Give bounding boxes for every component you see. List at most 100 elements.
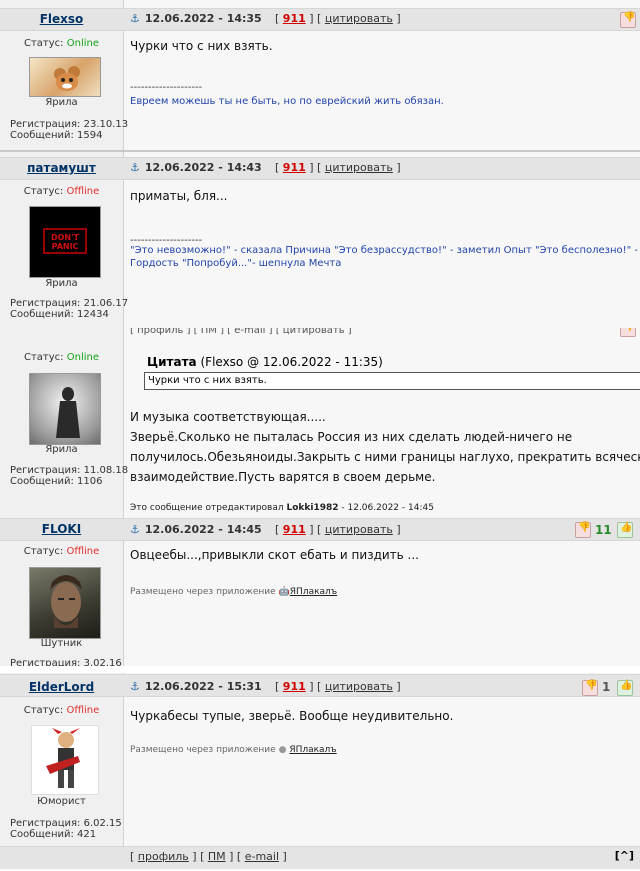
posted-via-label: Размещено через приложение [130, 745, 276, 755]
status-label: Статус: [24, 352, 64, 363]
dont-panic-avatar: DON'T PANIC [43, 228, 87, 254]
thumbs-up-icon[interactable]: 👍 [617, 680, 633, 696]
post-date-text: 12.06.2022 - 14:35 [144, 12, 262, 25]
email-link[interactable]: e-mail [245, 850, 279, 863]
avatar [29, 373, 101, 445]
post-links: [ 911 ] [ цитировать ] [275, 523, 401, 536]
author-nick[interactable]: патамушт [0, 161, 123, 175]
avatar [29, 567, 101, 639]
quote-meta: (Flexso @ 12.06.2022 - 11:35) [200, 355, 383, 369]
svg-text:DON'T: DON'T [51, 233, 80, 242]
status-value: Online [66, 38, 99, 49]
post-body-panel [124, 673, 640, 846]
user-rank: Юморист [37, 796, 86, 807]
edit-note: Это сообщение отредактировал Lokki1982 -… [130, 503, 434, 513]
registration-date: Регистрация: 23.10.13 [10, 119, 129, 130]
post-date: ⚓ 12.06.2022 - 14:43 [130, 161, 262, 174]
app-link[interactable]: ЯПлакалъ [289, 745, 336, 755]
guitarist-cartoon-avatar [46, 728, 80, 788]
post-flexso: Flexso ⚓ 12.06.2022 - 14:35 [ 911 ] [ цит… [0, 0, 640, 150]
author-nick[interactable]: FLOKI [0, 522, 123, 536]
registration-date: Регистрация: 21.06.17 [10, 298, 129, 309]
anchor-icon[interactable]: ⚓ [130, 161, 140, 174]
post-text: И музыка соответствующая..... Зверьё.Ско… [130, 407, 640, 487]
status-value: Offline [66, 186, 100, 197]
thumbs-down-icon[interactable]: 👎 [582, 680, 598, 696]
posted-via: Размещено через приложение 🤖ЯПлакалъ [130, 587, 337, 597]
post-text: Чурки что с них взять. [130, 39, 273, 53]
warrior-portrait-avatar [50, 575, 82, 628]
status-value: Offline [66, 546, 100, 557]
registration-date: Регистрация: 3.02.16 [10, 658, 122, 666]
edit-note-prefix: Это сообщение отредактировал [130, 503, 284, 513]
signature-line: Гордость "Попробуй..."- шепнула Мечта [130, 258, 342, 269]
user-registration: Регистрация: 23.10.13 Сообщений: 1594 [10, 119, 128, 141]
signature-line: "Это невозможно!" - сказала Причина "Это… [130, 245, 640, 256]
user-status: Статус: Offline [0, 705, 123, 716]
user-rank: Ярила [45, 278, 78, 289]
svg-text:PANIC: PANIC [52, 242, 79, 251]
profile-link[interactable]: профиль [138, 850, 189, 863]
status-label: Статус: [23, 186, 64, 197]
user-status: Статус: Online [0, 352, 123, 363]
quote-header: Цитата (Flexso @ 12.06.2022 - 11:35) [147, 355, 383, 369]
post-text-line: Зверьё.Сколько не пыталась Россия из них… [130, 430, 573, 444]
user-registration: Регистрация: 11.08.18 Сообщений: 1106 [10, 465, 128, 487]
quote-link[interactable]: цитировать [325, 12, 393, 25]
signature: Евреем можешь ты не быть, но по еврейски… [130, 96, 444, 107]
author-nick[interactable]: ElderLord [0, 680, 123, 694]
pm-link[interactable]: ПМ [208, 850, 226, 863]
status-label: Статус: [23, 546, 64, 557]
anchor-icon[interactable]: ⚓ [130, 12, 140, 25]
quote-link[interactable]: цитировать [325, 523, 393, 536]
user-registration: Регистрация: 21.06.17 Сообщений: 12434 [10, 298, 128, 320]
posted-via-label: Размещено через приложение [130, 587, 276, 597]
author-nick[interactable]: Flexso [0, 12, 123, 26]
post-date: ⚓ 12.06.2022 - 15:31 [130, 680, 262, 693]
quote-label: Цитата [147, 355, 197, 369]
post-text: приматы, бля... [130, 189, 228, 203]
post-links-fragment: [ профиль ] [ ПМ ] [ e-mail ] [ цитирова… [130, 328, 352, 336]
app-link[interactable]: ЯПлакалъ [290, 587, 337, 597]
quote-link[interactable]: цитировать [325, 680, 393, 693]
post-footer: [ профиль ] [ ПМ ] [ e-mail ] [^] [0, 846, 640, 869]
user-status: Статус: Offline [0, 546, 123, 557]
post-number-link[interactable]: 911 [283, 680, 306, 693]
message-count: Сообщений: 421 [10, 829, 97, 840]
user-status: Статус: Online [0, 38, 123, 49]
post-number-link[interactable]: 911 [283, 161, 306, 174]
post-number-link[interactable]: 911 [283, 12, 306, 25]
post-number-link[interactable]: 911 [283, 523, 306, 536]
post-date: ⚓ 12.06.2022 - 14:35 [130, 12, 262, 25]
message-count: Сообщений: 1594 [10, 130, 103, 141]
cartoon-mouse-avatar [54, 66, 80, 91]
android-icon: 🤖 [278, 587, 290, 597]
scroll-top-button[interactable]: [^] [615, 849, 634, 862]
status-label: Статус: [24, 38, 64, 49]
registration-date: Регистрация: 6.02.15 [10, 818, 122, 829]
signature: "Это невозможно!" - сказала Причина "Это… [130, 244, 640, 270]
post-date: ⚓ 12.06.2022 - 14:45 [130, 523, 262, 536]
user-registration: Регистрация: 6.02.15 Сообщений: 421 [10, 818, 122, 840]
quote-link[interactable]: цитировать [325, 161, 393, 174]
posted-via: Размещено через приложение ● ЯПлакалъ [130, 745, 337, 755]
edit-note-user[interactable]: Lokki1982 [286, 503, 338, 513]
anchor-icon[interactable]: ⚓ [130, 680, 140, 693]
post-links: [ 911 ] [ цитировать ] [275, 680, 401, 693]
post-patamusht: патамушт ⚓ 12.06.2022 - 14:43 [ 911 ] [ ц… [0, 150, 640, 328]
quote-box: Чурки что с них взять. [144, 372, 640, 390]
post-text-line: И музыка соответствующая..... [130, 410, 326, 424]
post-floki: FLOKI ⚓ 12.06.2022 - 14:45 [ 911 ] [ цити… [0, 516, 640, 666]
thumbs-down-icon[interactable]: 👎 [620, 12, 636, 28]
user-rank: Ярила [45, 444, 78, 455]
vote-count: 1 [602, 680, 611, 694]
thumbs-down-icon[interactable]: 👎 [620, 328, 636, 337]
user-rank: Шутник [40, 638, 83, 649]
thumbs-up-icon[interactable]: 👍 [617, 522, 633, 538]
post-links: [ 911 ] [ цитировать ] [275, 12, 401, 25]
user-rank: Ярила [45, 97, 78, 108]
user-registration: Регистрация: 3.02.16 [10, 658, 122, 666]
thumbs-down-icon[interactable]: 👎 [575, 522, 591, 538]
anchor-icon[interactable]: ⚓ [130, 523, 140, 536]
status-value: Offline [66, 705, 100, 716]
